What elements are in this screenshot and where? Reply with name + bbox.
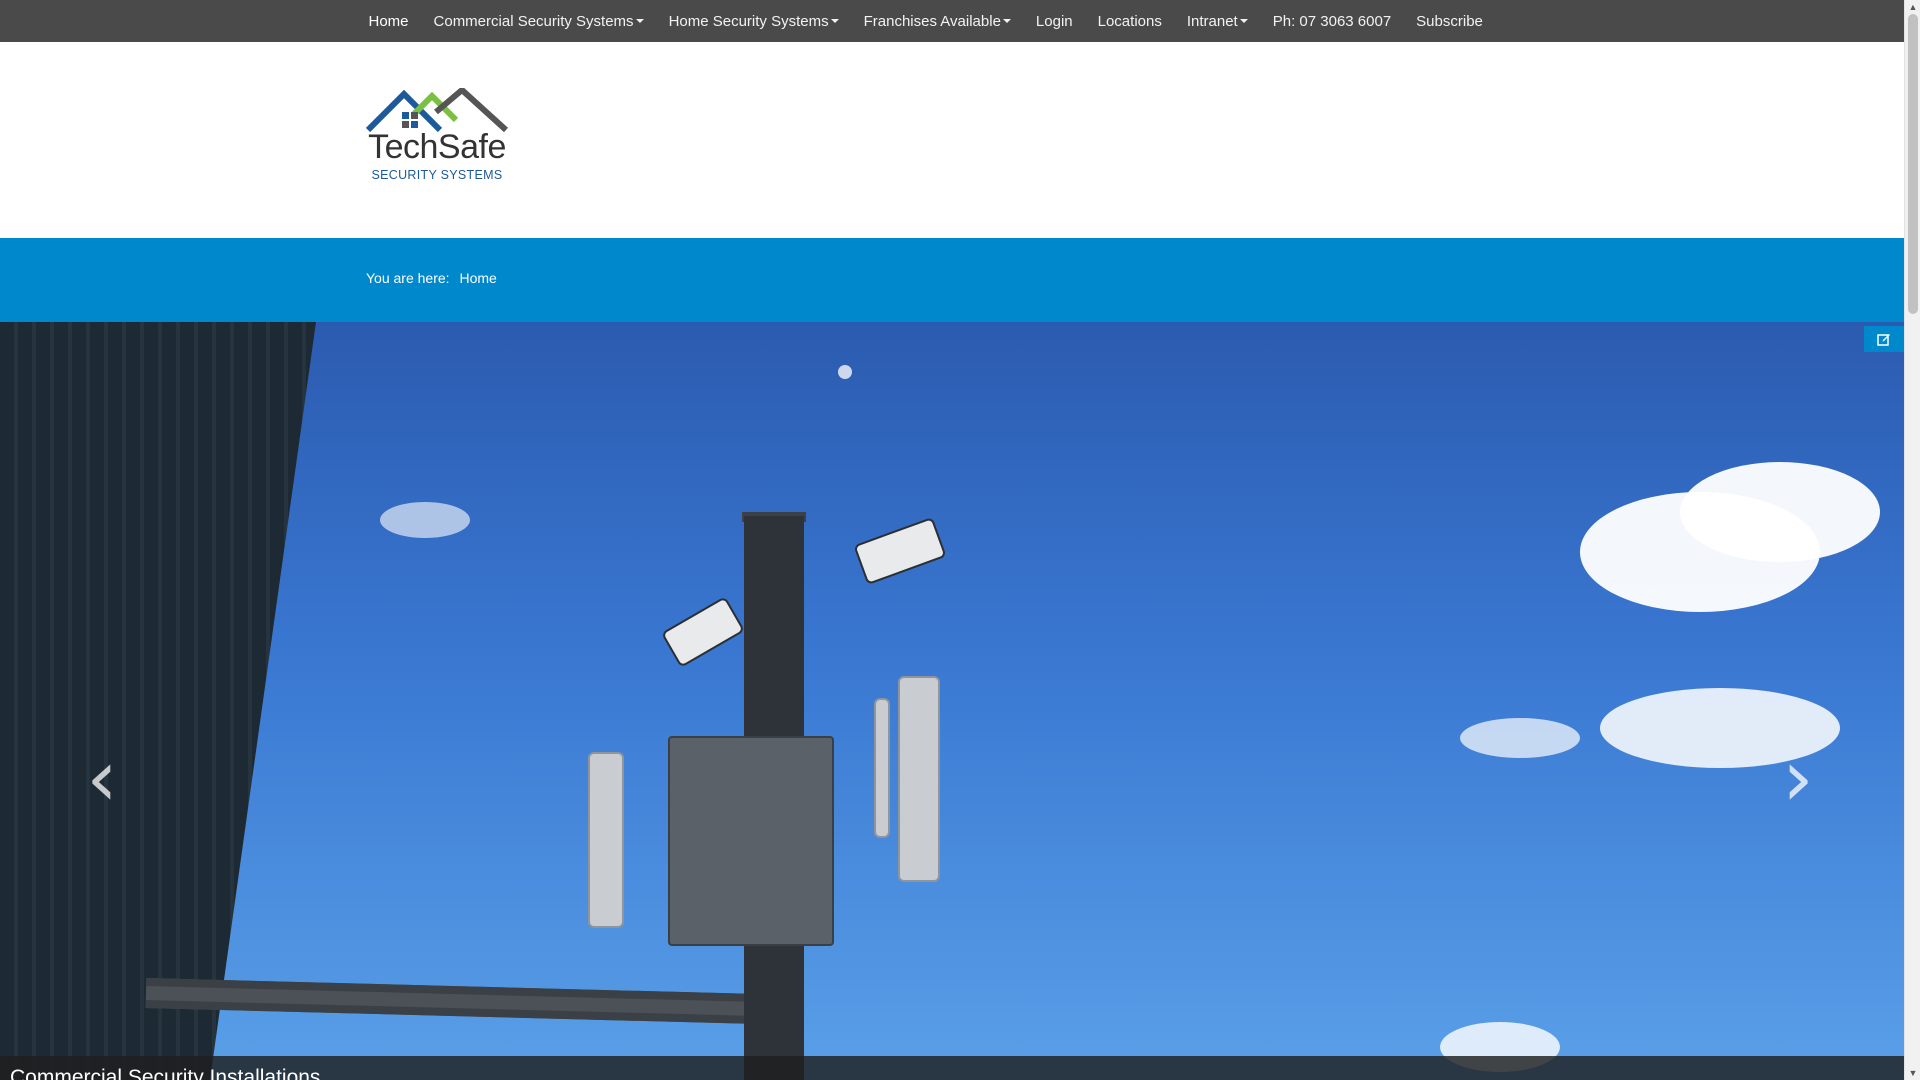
nav-item-intranet[interactable]: Intranet bbox=[1174, 0, 1260, 42]
junction-box bbox=[668, 736, 834, 946]
site-header: TechSafe SECURITY SYSTEMS bbox=[0, 42, 1904, 238]
nav-item-commercial-security-systems[interactable]: Commercial Security Systems bbox=[421, 0, 656, 42]
nav-item-home[interactable]: Home bbox=[356, 0, 421, 42]
cloud bbox=[1680, 462, 1880, 562]
hero-slider: ‹ › bbox=[0, 322, 1904, 1080]
breadcrumb: You are here: Home bbox=[366, 270, 497, 286]
nav-item-franchises-available[interactable]: Franchises Available bbox=[851, 0, 1023, 42]
scroll-up-icon[interactable]: ▲ bbox=[1905, 0, 1920, 14]
antenna-right bbox=[898, 676, 940, 882]
caret-down-icon bbox=[1002, 19, 1011, 23]
breadcrumb-home-link[interactable]: Home bbox=[459, 270, 496, 286]
slider-prev-button[interactable]: ‹ bbox=[82, 734, 122, 824]
moon bbox=[838, 365, 852, 379]
site-logo[interactable]: TechSafe SECURITY SYSTEMS bbox=[366, 88, 508, 184]
cloud bbox=[380, 502, 470, 538]
scroll-down-icon[interactable]: ▼ bbox=[1905, 1066, 1920, 1080]
nav-item-subscribe[interactable]: Subscribe bbox=[1404, 0, 1496, 42]
antenna-small bbox=[874, 698, 890, 838]
nav-item-login[interactable]: Login bbox=[1023, 0, 1085, 42]
vertical-scrollbar[interactable]: ▲ ▼ bbox=[1904, 0, 1920, 1080]
slider-next-button[interactable]: › bbox=[1778, 734, 1818, 824]
slide-caption: Commercial Security Installations bbox=[0, 1056, 1904, 1080]
breadcrumb-bar: You are here: Home bbox=[0, 238, 1904, 322]
top-navigation: Home Commercial Security Systems Home Se… bbox=[0, 0, 1904, 42]
chevron-left-icon: ‹ bbox=[86, 734, 118, 824]
logo-tagline: SECURITY SYSTEMS bbox=[371, 168, 503, 182]
logo-name: TechSafe bbox=[368, 128, 506, 166]
scrollbar-thumb[interactable] bbox=[1908, 14, 1918, 314]
edit-button[interactable] bbox=[1864, 326, 1904, 352]
nav-menu: Home Commercial Security Systems Home Se… bbox=[356, 0, 1495, 42]
building-wall bbox=[0, 322, 316, 1080]
caret-down-icon bbox=[830, 19, 839, 23]
antenna-left bbox=[588, 752, 624, 928]
slide-caption-text: Commercial Security Installations bbox=[10, 1066, 321, 1080]
nav-item-locations[interactable]: Locations bbox=[1085, 0, 1174, 42]
camera-left bbox=[660, 596, 746, 668]
camera-right bbox=[853, 516, 947, 586]
breadcrumb-prefix: You are here: bbox=[366, 270, 450, 286]
nav-item-home-security-systems[interactable]: Home Security Systems bbox=[656, 0, 851, 42]
nav-item-phone[interactable]: Ph: 07 3063 6007 bbox=[1260, 0, 1403, 42]
conduit-pipe bbox=[145, 978, 787, 1025]
caret-down-icon bbox=[635, 19, 644, 23]
page: Home Commercial Security Systems Home Se… bbox=[0, 0, 1904, 1080]
chevron-right-icon: › bbox=[1782, 734, 1814, 824]
house-roof-icon bbox=[366, 88, 508, 132]
caret-down-icon bbox=[1239, 19, 1248, 23]
cloud bbox=[1460, 718, 1580, 758]
edit-icon bbox=[1877, 334, 1890, 346]
